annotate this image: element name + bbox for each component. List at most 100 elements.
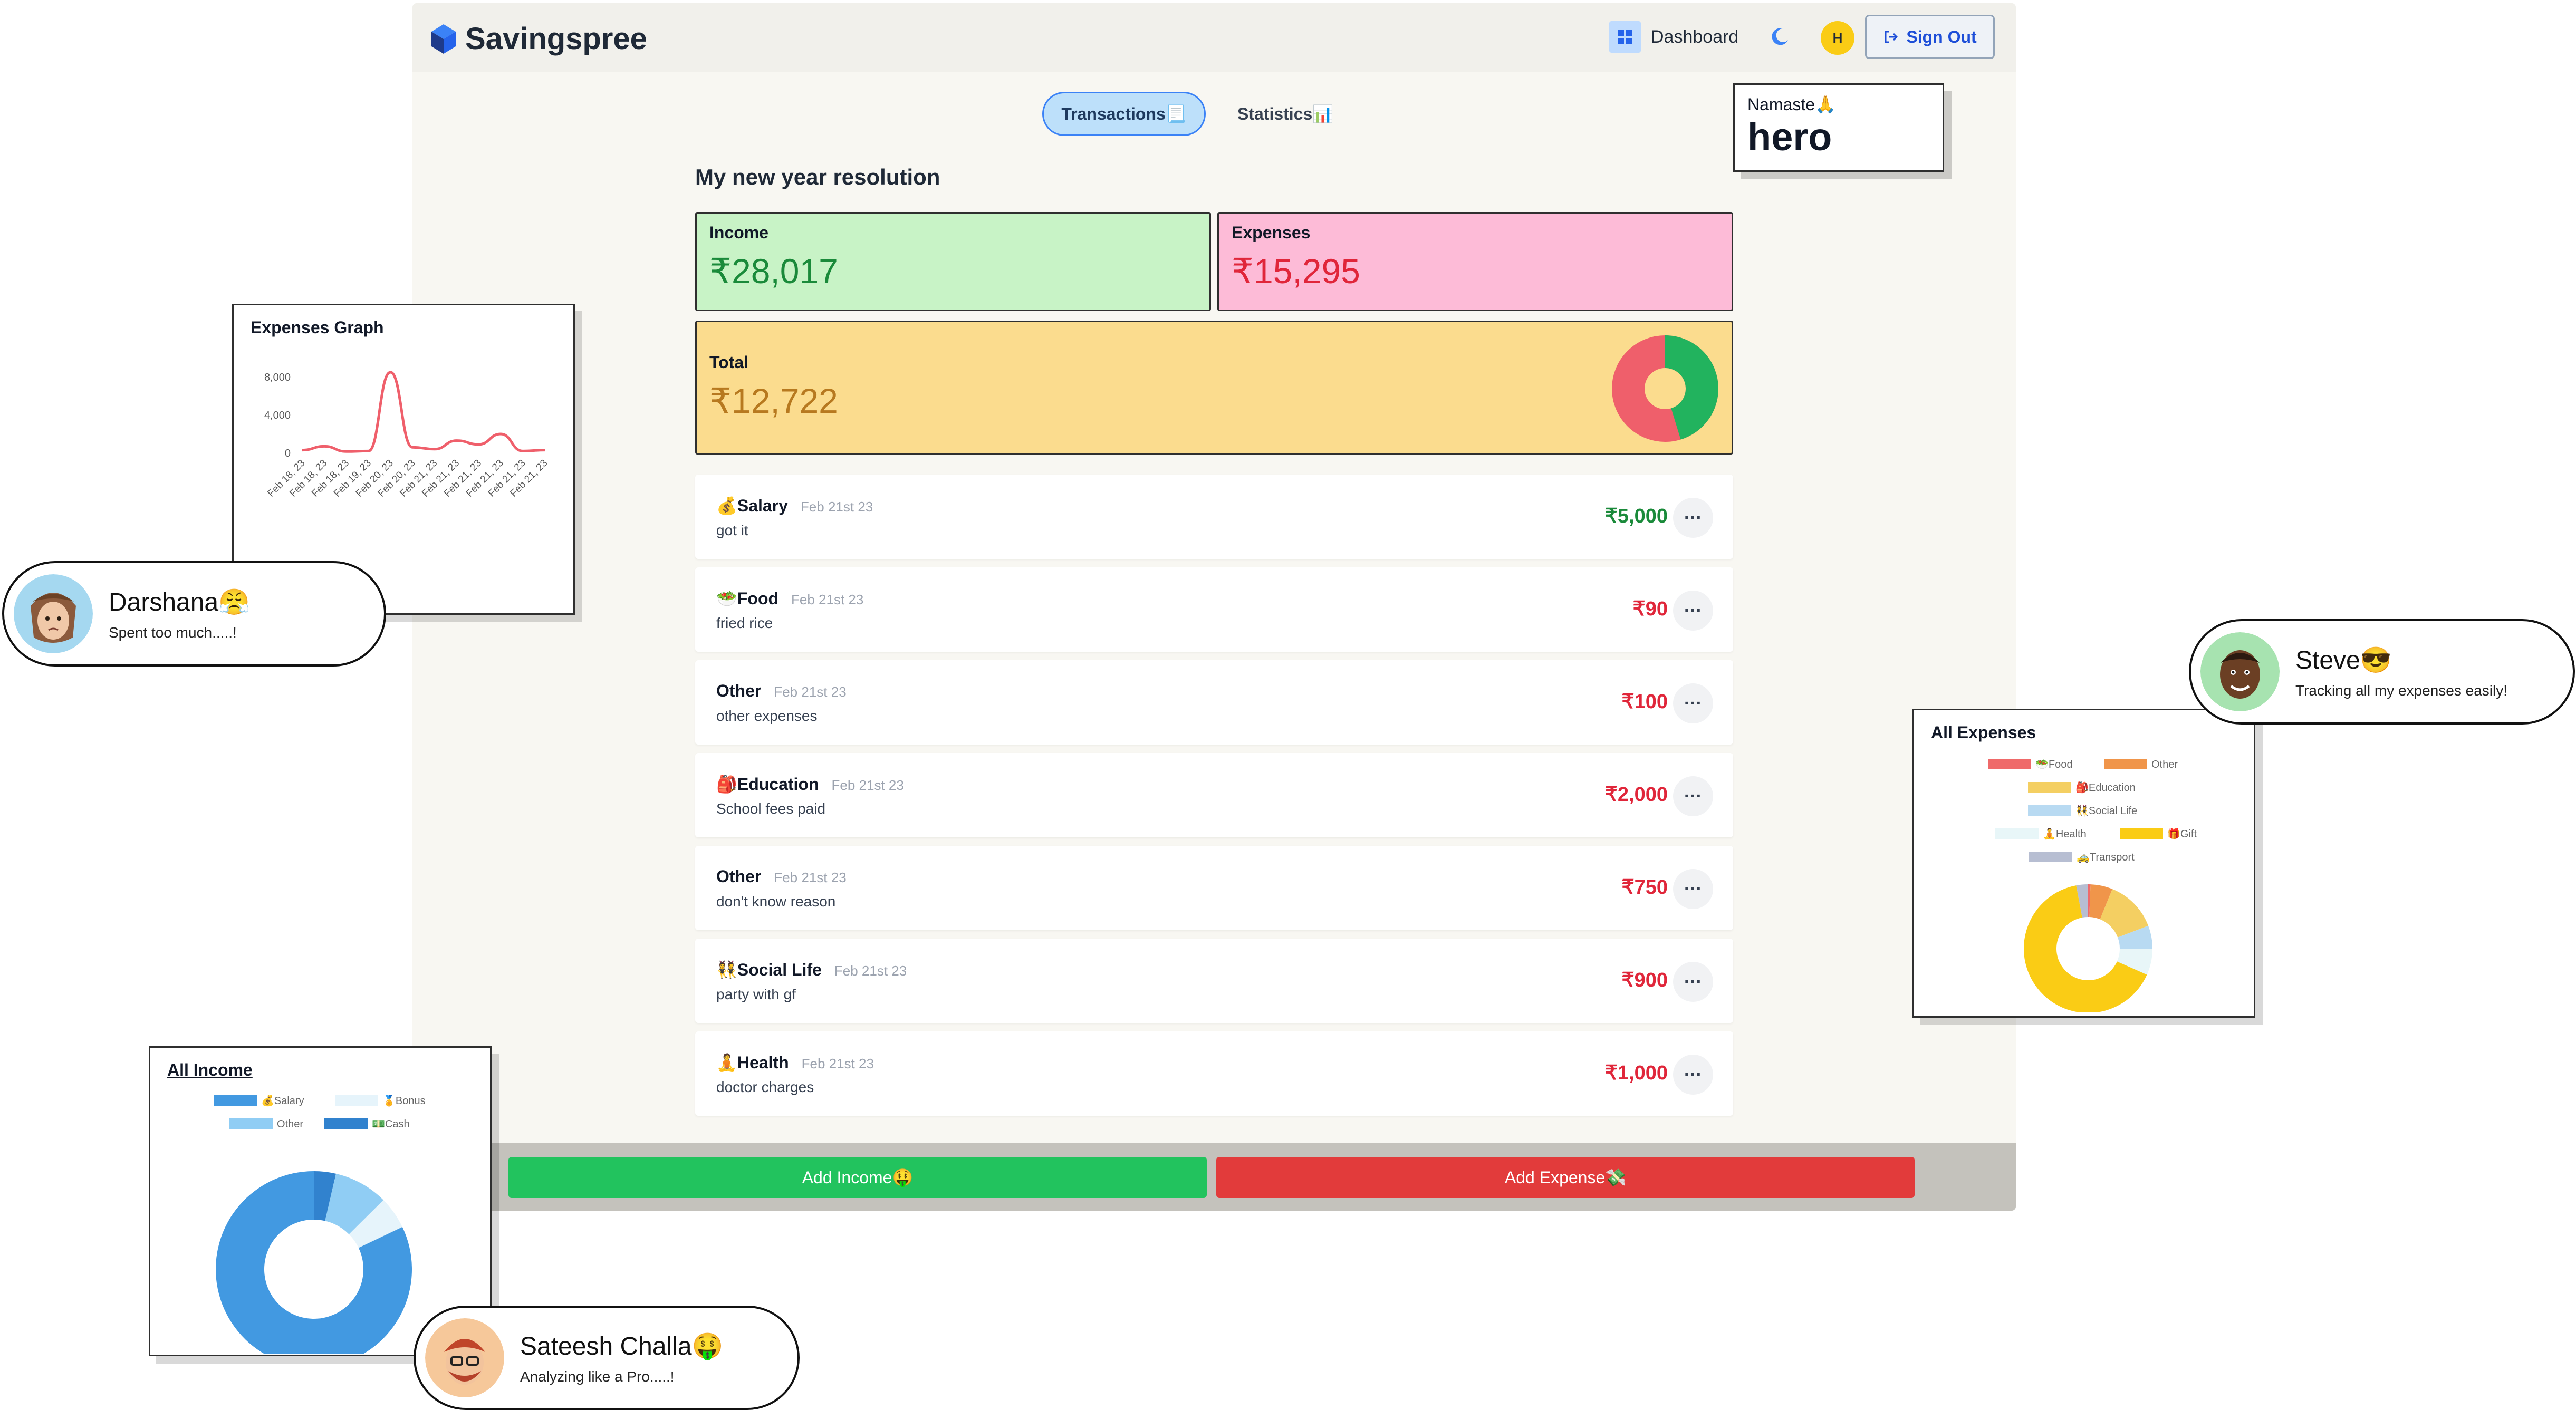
transaction-amount: ₹1,000 [1604,1062,1668,1084]
navbar: Savingspree Dashboard H Sign Out [412,3,2016,72]
all-expenses-title: All Expenses [1931,723,2036,742]
transaction-amount: ₹2,000 [1604,784,1668,806]
legend-label: 🎒Education [2075,781,2136,794]
transaction-note: doctor charges [716,1079,814,1095]
greeting-card: Namaste🙏 hero [1733,83,1944,172]
action-bar: Add Income🤑 Add Expense💸 [412,1143,2016,1211]
tab-statistics[interactable]: Statistics📊 [1216,92,1354,136]
legend-label: Other [2151,759,2178,770]
more-options-button[interactable]: ··· [1673,498,1713,538]
transaction-category: Other [716,681,762,700]
legend-swatch [2029,852,2072,862]
income-label: Income [709,223,769,242]
brand-name: Savingspree [465,22,647,56]
transaction-note: don't know reason [716,893,836,910]
expenses-graph-title: Expenses Graph [251,318,384,337]
transaction-date: Feb 21st 23 [774,870,847,885]
more-options-button[interactable]: ··· [1673,591,1713,631]
transaction-row[interactable]: 🥗Food Feb 21st 23 fried rice ₹90 ··· [695,567,1733,652]
pie-slice [216,1171,412,1354]
more-options-button[interactable]: ··· [1673,776,1713,816]
transaction-row[interactable]: 🎒Education Feb 21st 23 School fees paid ₹… [695,753,1733,837]
transaction-date: Feb 21st 23 [831,777,904,793]
total-label: Total [709,353,749,372]
total-card: Total ₹12,722 [695,321,1733,455]
transaction-amount: ₹90 [1632,598,1668,620]
y-tick-label: 8,000 [264,372,291,383]
dashboard-link[interactable]: Dashboard [1609,19,1738,55]
expenses-label: Expenses [1232,223,1311,242]
legend-swatch [1995,828,2039,839]
user-avatar[interactable]: H [1821,21,1854,55]
transaction-category: 🥗Food [716,589,779,608]
y-tick-label: 0 [285,448,291,459]
transaction-row[interactable]: 💰Salary Feb 21st 23 got it ₹5,000 ··· [695,475,1733,559]
transaction-date: Feb 21st 23 [801,1056,874,1071]
page-title: My new year resolution [695,165,940,189]
y-tick-label: 4,000 [264,410,291,421]
logo-icon [431,24,456,54]
more-options-button[interactable]: ··· [1673,869,1713,909]
greeting-name: hero [1747,115,1832,159]
transaction-row[interactable]: Other Feb 21st 23 don't know reason ₹750 … [695,846,1733,930]
greeting-label: Namaste🙏 [1747,95,1836,114]
tab-bar: Transactions📃 Statistics📊 [1042,92,1365,136]
add-income-button[interactable]: Add Income🤑 [508,1157,1207,1198]
testimonial-darshana: Darshana😤 Spent too much.....! [2,561,386,667]
transaction-amount: ₹750 [1621,876,1668,899]
moon-icon[interactable] [1769,26,1790,47]
legend-label: Other [277,1118,303,1130]
expenses-card: Expenses ₹15,295 [1217,212,1733,311]
legend-label: 🧘Health [2043,827,2087,840]
all-expenses-chart: 🥗Food Other 🎒Education 👯Social Life 🧘Health 🎁… [1988,759,2197,1012]
testimonial-message: Analyzing like a Pro.....! [520,1368,675,1385]
legend-swatch [2120,828,2163,839]
avatar-steve [2200,632,2280,711]
transaction-date: Feb 21st 23 [800,499,873,515]
legend-swatch [229,1118,273,1129]
transaction-row[interactable]: 🧘Health Feb 21st 23 doctor charges ₹1,000… [695,1031,1733,1116]
more-options-button[interactable]: ··· [1673,683,1713,723]
transaction-row[interactable]: 👯Social Life Feb 21st 23 party with gf ₹9… [695,939,1733,1023]
legend-swatch [1988,759,2031,769]
transaction-date: Feb 21st 23 [834,963,907,979]
legend-swatch [2104,759,2147,769]
legend-swatch [335,1095,378,1106]
expenses-line-chart: 8,0004,0000Feb 18, 23Feb 18, 23Feb 18, 2… [264,371,550,499]
legend-label: 💵Cash [372,1118,410,1130]
avatar-sateesh [425,1318,504,1397]
transaction-date: Feb 21st 23 [774,684,847,700]
testimonial-name: Sateesh Challa🤑 [520,1332,724,1360]
tab-transactions[interactable]: Transactions📃 [1042,92,1206,136]
transaction-amount: ₹900 [1621,969,1668,991]
transaction-note: fried rice [716,615,773,631]
all-income-title: All Income [167,1060,253,1079]
transaction-list: 💰Salary Feb 21st 23 got it ₹5,000 ··· 🥗Fo… [695,475,1733,1124]
add-expense-button[interactable]: Add Expense💸 [1216,1157,1915,1198]
transaction-row[interactable]: Other Feb 21st 23 other expenses ₹100 ··· [695,660,1733,745]
income-card: Income ₹28,017 [695,212,1211,311]
sign-out-icon [1885,31,1898,43]
all-expenses-card: All Expenses 🥗Food Other 🎒Education 👯Social… [1912,709,2255,1018]
transaction-note: got it [716,522,748,538]
total-donut-chart [1612,335,1718,442]
testimonial-sateesh: Sateesh Challa🤑 Analyzing like a Pro....… [414,1306,800,1410]
testimonial-name: Steve😎 [2295,646,2392,674]
transaction-category: 🧘Health [716,1053,789,1072]
testimonial-message: Tracking all my expenses easily! [2295,682,2508,699]
expenses-value: ₹15,295 [1232,252,1360,291]
transaction-category: Other [716,867,762,886]
dashboard-icon [1609,21,1641,53]
legend-swatch [2028,782,2071,793]
legend-label: 👯Social Life [2075,804,2137,817]
transaction-category: 👯Social Life [716,960,822,979]
more-options-button[interactable]: ··· [1673,1055,1713,1095]
sign-out-button[interactable]: Sign Out [1865,15,1995,59]
more-options-button[interactable]: ··· [1673,962,1713,1002]
legend-label: 🚕Transport [2077,852,2135,863]
transaction-category: 🎒Education [716,775,819,794]
testimonial-name: Darshana😤 [109,588,250,616]
brand[interactable]: Savingspree [431,21,647,56]
transaction-note: party with gf [716,986,796,1002]
transaction-category: 💰Salary [716,496,788,515]
